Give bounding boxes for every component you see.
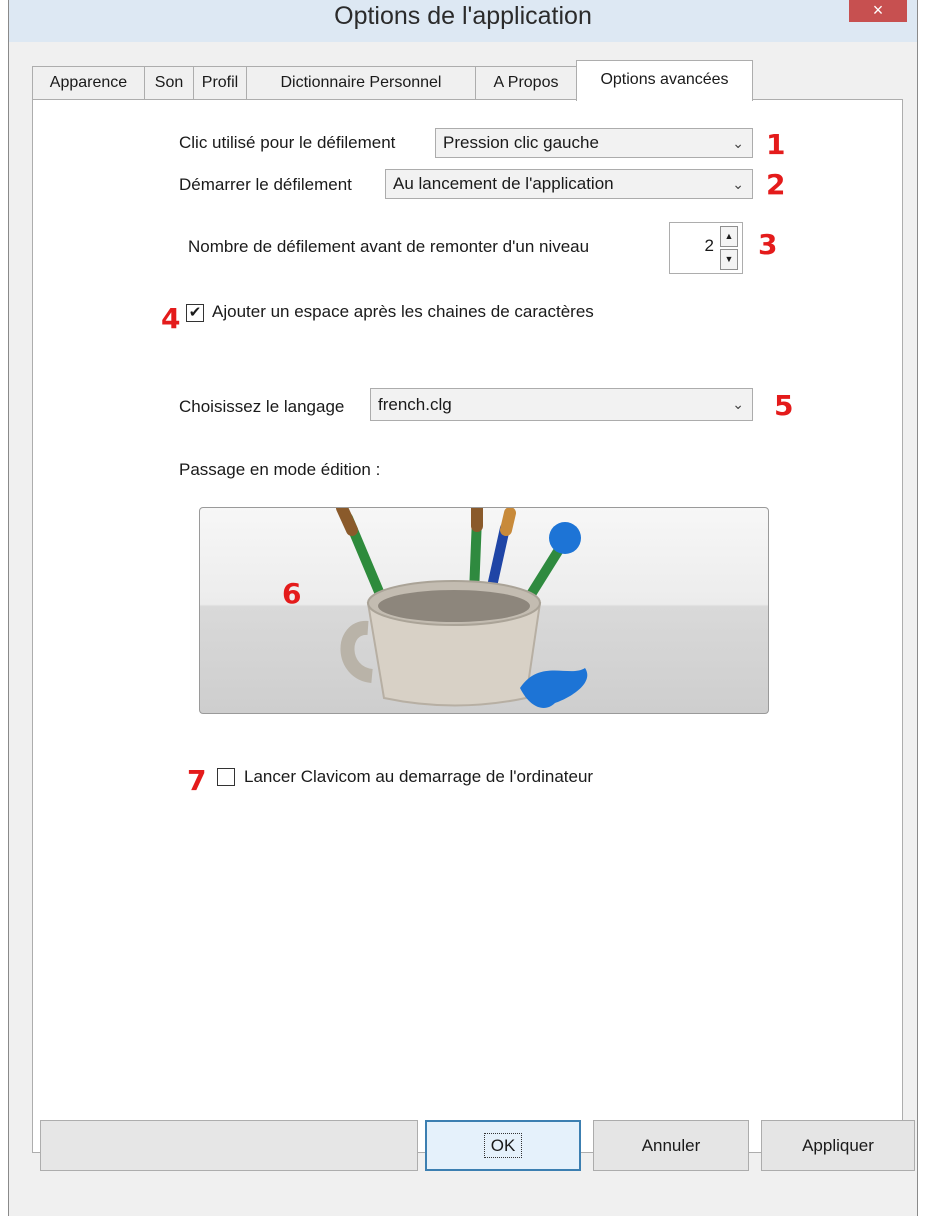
ok-button[interactable]: OK (425, 1120, 581, 1171)
add-space-checkbox[interactable]: ✔ (186, 304, 204, 322)
cancel-button[interactable]: Annuler (593, 1120, 749, 1171)
chevron-down-icon: ⌄ (732, 176, 744, 192)
title-bar: Options de l'application × (9, 0, 917, 42)
paintbrush-cup-icon (336, 502, 588, 708)
marker-6: 6 (282, 577, 302, 610)
tab-profil[interactable]: Profil (193, 66, 247, 100)
language-value: french.clg (378, 395, 452, 414)
tab-apparence[interactable]: Apparence (32, 66, 145, 100)
scroll-click-value: Pression clic gauche (443, 133, 599, 152)
apply-button[interactable]: Appliquer (761, 1120, 915, 1171)
scroll-count-label: Nombre de défilement avant de remonter d… (188, 237, 590, 256)
edit-mode-label: Passage en mode édition : (179, 460, 381, 479)
edit-mode-button[interactable] (199, 502, 769, 714)
tab-options-avancees[interactable]: Options avancées (576, 60, 753, 101)
marker-1: 1 (766, 128, 786, 161)
tab-a-propos[interactable]: A Propos (475, 66, 577, 100)
chevron-down-icon: ⌄ (732, 396, 744, 412)
arrow-up-icon[interactable]: ▲ (720, 226, 738, 247)
autostart-checkbox[interactable] (217, 768, 235, 786)
language-select[interactable]: french.clg ⌄ (370, 388, 753, 421)
close-button[interactable]: × (849, 0, 907, 22)
start-scroll-select[interactable]: Au lancement de l'application ⌄ (385, 169, 753, 199)
scroll-count-value: 2 (704, 236, 714, 255)
marker-2: 2 (766, 168, 786, 201)
autostart-label: Lancer Clavicom au demarrage de l'ordina… (244, 767, 594, 786)
scroll-click-select[interactable]: Pression clic gauche ⌄ (435, 128, 753, 158)
scroll-count-spinner[interactable]: 2 ▲ ▼ (669, 222, 743, 274)
scroll-click-label: Clic utilisé pour le défilement (179, 133, 396, 152)
tab-son[interactable]: Son (144, 66, 194, 100)
tab-dictionnaire-personnel[interactable]: Dictionnaire Personnel (246, 66, 476, 100)
window-title: Options de l'application (334, 2, 592, 30)
arrow-down-icon[interactable]: ▼ (720, 249, 738, 270)
marker-7: 7 (187, 764, 207, 797)
language-label: Choisissez le langage (179, 397, 345, 416)
marker-4: 4 (161, 302, 181, 335)
status-box (40, 1120, 418, 1171)
add-space-label: Ajouter un espace après les chaines de c… (212, 302, 594, 321)
ok-button-label: OK (483, 1133, 523, 1158)
options-dialog: Options de l'application × Apparence Son… (8, 0, 918, 1216)
marker-5: 5 (774, 389, 794, 422)
marker-3: 3 (758, 228, 778, 261)
chevron-down-icon: ⌄ (732, 135, 744, 151)
checkmark-icon: ✔ (188, 304, 202, 321)
start-scroll-value: Au lancement de l'application (393, 174, 614, 193)
start-scroll-label: Démarrer le défilement (179, 175, 352, 194)
